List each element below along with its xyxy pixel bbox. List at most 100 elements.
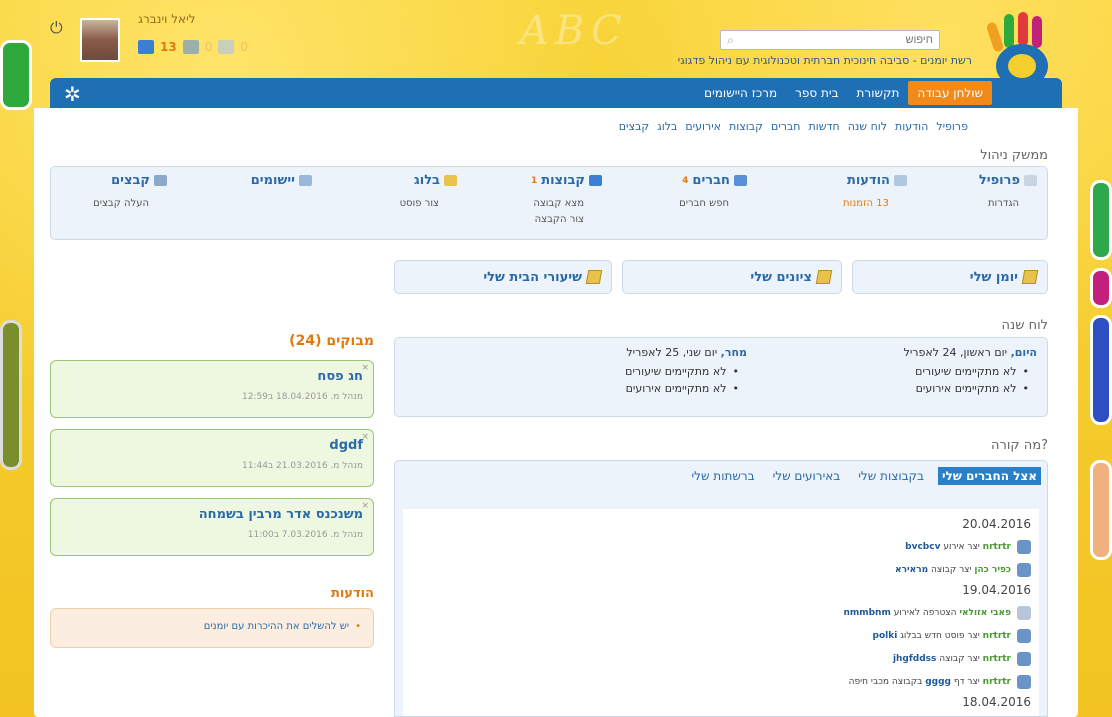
- feed-object[interactable]: nmmbnm: [843, 608, 890, 618]
- my-homework-button[interactable]: שיעורי הבית שלי: [394, 260, 612, 294]
- mail-icon[interactable]: [218, 40, 235, 54]
- feed-user[interactable]: nrtrtr: [983, 677, 1011, 687]
- visited-card[interactable]: × dgdf מנהל מ. 21.03.2016 ב11:44: [50, 429, 374, 487]
- feed-action: הצטרפה לאירוע: [890, 608, 960, 618]
- visited-card-title[interactable]: dgdf: [61, 438, 363, 453]
- find-group-link[interactable]: מצא קבוצה: [531, 196, 584, 212]
- visited-card[interactable]: × חג פסח מנהל מ. 18.04.2016 ב12:59: [50, 360, 374, 418]
- username[interactable]: ליאל וינברג: [138, 12, 196, 26]
- friends-icon: [734, 175, 747, 186]
- notification-item[interactable]: יש להשלים את ההיכרות עם יומנים: [204, 621, 361, 632]
- group-icon: [1017, 652, 1031, 666]
- side-decoration: [1090, 268, 1112, 308]
- groups-count[interactable]: 13: [160, 40, 177, 54]
- activity-feed: אצל החברים שלי בקבוצות שלי באירועים שלי …: [394, 460, 1048, 717]
- nav-apps-center[interactable]: מרכז היישומים: [695, 81, 786, 105]
- nav-school[interactable]: בית ספר: [786, 81, 847, 105]
- upload-files-link[interactable]: העלה קבצים: [93, 196, 149, 212]
- close-icon[interactable]: ×: [361, 501, 369, 511]
- mgmt-messages: הודעות 13 הזמנות: [843, 173, 907, 212]
- subnav-events[interactable]: אירועים: [685, 120, 721, 133]
- pencil-icon: [1021, 270, 1039, 284]
- sub-nav: פרופיל הודעות לוח שנה חדשות חברים קבוצות…: [619, 120, 968, 133]
- feed-user[interactable]: nrtrtr: [983, 654, 1011, 664]
- search-icon[interactable]: ⌕: [727, 33, 734, 48]
- invitations-link[interactable]: 13 הזמנות: [843, 196, 889, 212]
- my-diary-label: יומן שלי: [969, 269, 1018, 285]
- feed-object[interactable]: jhgfddss: [893, 654, 936, 664]
- visited-card-title[interactable]: משנכנס אדר מרבין בשמחה: [61, 507, 363, 522]
- gear-icon[interactable]: ✲: [64, 82, 81, 106]
- feed-user[interactable]: nrtrtr: [983, 542, 1011, 552]
- feed-entry: nrtrtr יצר פוסט חדש בבלוג polki: [411, 629, 1031, 643]
- today-lessons: לא מתקיימים שיעורים: [904, 365, 1029, 378]
- subnav-blog[interactable]: בלוג: [657, 120, 677, 133]
- subnav-calendar[interactable]: לוח שנה: [848, 120, 887, 133]
- tomorrow-date: יום שני, 25 לאפריל: [626, 346, 721, 359]
- power-icon[interactable]: ⏻: [50, 18, 68, 37]
- feed-action: יצר קבוצה: [928, 565, 975, 575]
- management-box: פרופיל הגדרות הודעות 13 הזמנות חברים 4 חפ…: [50, 166, 1048, 240]
- nav-desktop[interactable]: שולחן עבודה: [908, 81, 992, 105]
- mgmt-groups-title[interactable]: קבוצות: [541, 173, 585, 188]
- tab-my-events[interactable]: באירועים שלי: [769, 467, 845, 485]
- avatar[interactable]: [80, 18, 120, 62]
- feed-user[interactable]: nrtrtr: [983, 631, 1011, 641]
- my-diary-button[interactable]: יומן שלי: [852, 260, 1048, 294]
- visited-card-meta: מנהל מ. 21.03.2016 ב11:44: [242, 461, 363, 471]
- feed-object[interactable]: polki: [873, 631, 898, 641]
- close-icon[interactable]: ×: [361, 432, 369, 442]
- tomorrow-label: מחר,: [720, 346, 747, 359]
- mgmt-files-title[interactable]: קבצים: [111, 173, 150, 188]
- settings-link[interactable]: הגדרות: [979, 196, 1019, 212]
- files-icon: [154, 175, 167, 186]
- close-icon[interactable]: ×: [361, 363, 369, 373]
- find-friends-link[interactable]: חפש חברים: [679, 196, 729, 212]
- visited-card[interactable]: × משנכנס אדר מרבין בשמחה מנהל מ. 7.03.20…: [50, 498, 374, 556]
- my-grades-button[interactable]: ציונים שלי: [622, 260, 842, 294]
- main-nav: שולחן עבודה תקשורת בית ספר מרכז היישומים…: [50, 78, 1062, 108]
- subnav-files[interactable]: קבצים: [619, 120, 649, 133]
- visited-card-title[interactable]: חג פסח: [61, 369, 363, 384]
- calendar-today: היום, יום ראשון, 24 לאפריל לא מתקיימים ש…: [904, 346, 1037, 395]
- feed-object[interactable]: gggg: [925, 677, 951, 687]
- happening-title: מה קורה?: [991, 438, 1048, 453]
- mgmt-blog: בלוג צור פוסט: [400, 173, 457, 212]
- main-panel: פרופיל הודעות לוח שנה חדשות חברים קבוצות…: [34, 108, 1078, 717]
- visited-title: מבוקים (24): [289, 333, 374, 349]
- feed-user[interactable]: כפיר כהן: [974, 565, 1011, 575]
- feed-object[interactable]: bvcbcv: [905, 542, 940, 552]
- create-post-link[interactable]: צור פוסט: [400, 196, 439, 212]
- friends-icon[interactable]: [182, 40, 199, 54]
- friends-count[interactable]: 0: [205, 40, 213, 54]
- nav-communication[interactable]: תקשורת: [848, 81, 909, 105]
- feed-object[interactable]: מראירא: [895, 565, 928, 575]
- messages-count[interactable]: 0: [240, 40, 248, 54]
- search-input[interactable]: [763, 34, 933, 46]
- feed-user[interactable]: פאבי אזולאי: [959, 608, 1011, 618]
- groups-icon[interactable]: [138, 40, 154, 54]
- side-decoration: [1090, 180, 1112, 260]
- side-decoration: [0, 320, 22, 470]
- subnav-groups[interactable]: קבוצות: [729, 120, 763, 133]
- mgmt-blog-title[interactable]: בלוג: [414, 173, 440, 188]
- calendar-tomorrow: מחר, יום שני, 25 לאפריל לא מתקיימים שיעו…: [625, 346, 747, 395]
- mgmt-messages-title[interactable]: הודעות: [847, 173, 890, 188]
- tab-my-networks[interactable]: ברשתות שלי: [687, 467, 758, 485]
- mgmt-profile-title[interactable]: פרופיל: [979, 173, 1020, 188]
- subnav-news[interactable]: חדשות: [808, 120, 839, 133]
- tab-my-groups[interactable]: בקבוצות שלי: [854, 467, 928, 485]
- feed-date: 20.04.2016: [962, 517, 1031, 531]
- subnav-friends[interactable]: חברים: [771, 120, 801, 133]
- mgmt-friends-title[interactable]: חברים: [692, 173, 730, 188]
- feed-tabs: אצל החברים שלי בקבוצות שלי באירועים שלי …: [687, 467, 1041, 485]
- feed-entry: כפיר כהן יצר קבוצה מראירא: [411, 563, 1031, 577]
- create-group-link[interactable]: צור הקבצה: [531, 212, 584, 228]
- tab-my-friends[interactable]: אצל החברים שלי: [938, 467, 1041, 485]
- subnav-profile[interactable]: פרופיל: [936, 120, 968, 133]
- groups-badge: 1: [530, 175, 538, 186]
- feed-list: 20.04.2016 nrtrtr יצר אירוע bvcbcv כפיר …: [403, 509, 1039, 716]
- management-title: ממשק ניהול: [980, 148, 1048, 163]
- mgmt-apps-title[interactable]: יישומים: [251, 173, 295, 188]
- subnav-messages[interactable]: הודעות: [895, 120, 928, 133]
